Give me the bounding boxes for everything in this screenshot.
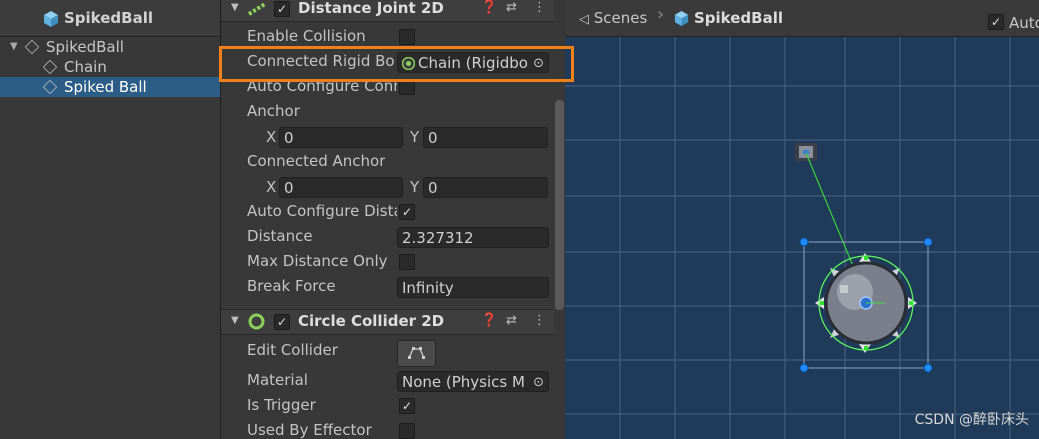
max-distance-only-checkbox[interactable]: [399, 254, 415, 270]
auto-save-label: Auto: [1009, 14, 1039, 32]
hierarchy-item-chain[interactable]: Chain: [0, 57, 220, 77]
anchor-x-field[interactable]: 0: [279, 127, 403, 148]
hierarchy-title: SpikedBall: [64, 9, 154, 27]
scene-view[interactable]: CSDN @醉卧床头: [565, 0, 1039, 439]
enable-collision-checkbox[interactable]: [399, 29, 415, 45]
prefab-cube-icon: [674, 10, 689, 27]
component-title: Distance Joint 2D: [298, 0, 444, 17]
component-title: Circle Collider 2D: [298, 312, 445, 330]
material-field[interactable]: None (Physics M ⊙: [397, 371, 549, 392]
more-menu-icon[interactable]: ⋮: [533, 0, 546, 15]
connected-anchor-label: Connected Anchor: [247, 152, 386, 170]
inspector-scrollbar[interactable]: [555, 100, 564, 310]
expand-arrow-icon[interactable]: ▼: [10, 37, 18, 57]
foldout-arrow-icon[interactable]: ▼: [231, 315, 239, 326]
used-by-effector-label: Used By Effector: [247, 421, 372, 439]
foldout-arrow-icon[interactable]: ▼: [231, 2, 239, 13]
scenes-tab[interactable]: ◁ Scenes: [579, 9, 647, 27]
object-picker-icon[interactable]: ⊙: [531, 372, 544, 391]
edit-collider-icon: [408, 347, 425, 359]
max-distance-only-label: Max Distance Only: [247, 252, 388, 270]
chain-sprite[interactable]: [795, 143, 817, 161]
anchor-x-label: X: [266, 128, 277, 146]
auto-configure-distance-checkbox[interactable]: ✓: [399, 204, 415, 220]
hierarchy-header: SpikedBall: [0, 0, 220, 37]
hierarchy-panel: SpikedBall ▼ SpikedBall Chain Spiked Bal…: [0, 0, 220, 439]
enable-collision-label: Enable Collision: [247, 27, 366, 45]
hierarchy-item-spikedball-root[interactable]: ▼ SpikedBall: [0, 37, 220, 57]
break-force-field[interactable]: Infinity: [397, 277, 549, 298]
material-label: Material: [247, 371, 308, 389]
prefab-breadcrumb[interactable]: SpikedBall: [694, 9, 783, 27]
connected-anchor-y-field[interactable]: 0: [423, 177, 548, 198]
scene-toolbar: ◁ Scenes › SpikedBall ✓ Auto: [565, 0, 1039, 37]
preset-icon[interactable]: ⇄: [506, 0, 517, 15]
is-trigger-label: Is Trigger: [247, 396, 316, 414]
hierarchy-item-label: Chain: [64, 58, 107, 76]
component-enabled-checkbox[interactable]: ✓: [274, 314, 290, 330]
distance-label: Distance: [247, 227, 313, 245]
edit-collider-label: Edit Collider: [247, 341, 338, 359]
hierarchy-item-label: SpikedBall: [46, 38, 124, 56]
anchor-label: Anchor: [247, 102, 300, 120]
preset-icon[interactable]: ⇄: [506, 313, 517, 328]
break-force-label: Break Force: [247, 277, 336, 295]
connected-anchor-y-label: Y: [410, 178, 420, 196]
more-menu-icon[interactable]: ⋮: [533, 313, 546, 328]
hierarchy-item-label: Spiked Ball: [64, 78, 147, 96]
used-by-effector-checkbox[interactable]: [399, 423, 415, 439]
distance-joint-header[interactable]: ▼ ✓ Distance Joint 2D ❓ ⇄ ⋮: [221, 0, 554, 22]
connected-anchor-x-field[interactable]: 0: [279, 177, 403, 198]
anchor-y-field[interactable]: 0: [423, 127, 548, 148]
connected-anchor-x-label: X: [266, 178, 277, 196]
hierarchy-item-spiked-ball[interactable]: Spiked Ball: [0, 77, 220, 97]
auto-save-checkbox[interactable]: ✓: [988, 14, 1004, 30]
prefab-cube-icon: [44, 11, 58, 27]
auto-configure-distance-label: Auto Configure Dista: [247, 202, 397, 220]
scenes-back-icon: ◁: [579, 12, 589, 27]
material-value: None (Physics M: [402, 373, 525, 391]
anchor-y-label: Y: [410, 128, 420, 146]
distance-joint-icon: [247, 2, 267, 16]
highlight-annotation-box: [219, 46, 574, 82]
help-icon[interactable]: ❓: [481, 0, 497, 15]
scenes-tab-label: Scenes: [593, 9, 648, 27]
circle-collider-header[interactable]: ▼ ✓ Circle Collider 2D ❓ ⇄ ⋮: [221, 309, 554, 335]
is-trigger-checkbox[interactable]: ✓: [399, 398, 415, 414]
distance-field[interactable]: 2.327312: [397, 227, 549, 248]
watermark-text: CSDN @醉卧床头: [914, 412, 1029, 428]
component-enabled-checkbox[interactable]: ✓: [274, 1, 290, 17]
edit-collider-button[interactable]: [397, 340, 436, 367]
help-icon[interactable]: ❓: [481, 313, 497, 328]
circle-collider-icon: [248, 313, 265, 330]
scene-canvas[interactable]: [565, 0, 1039, 439]
breadcrumb-separator: ›: [657, 4, 665, 25]
